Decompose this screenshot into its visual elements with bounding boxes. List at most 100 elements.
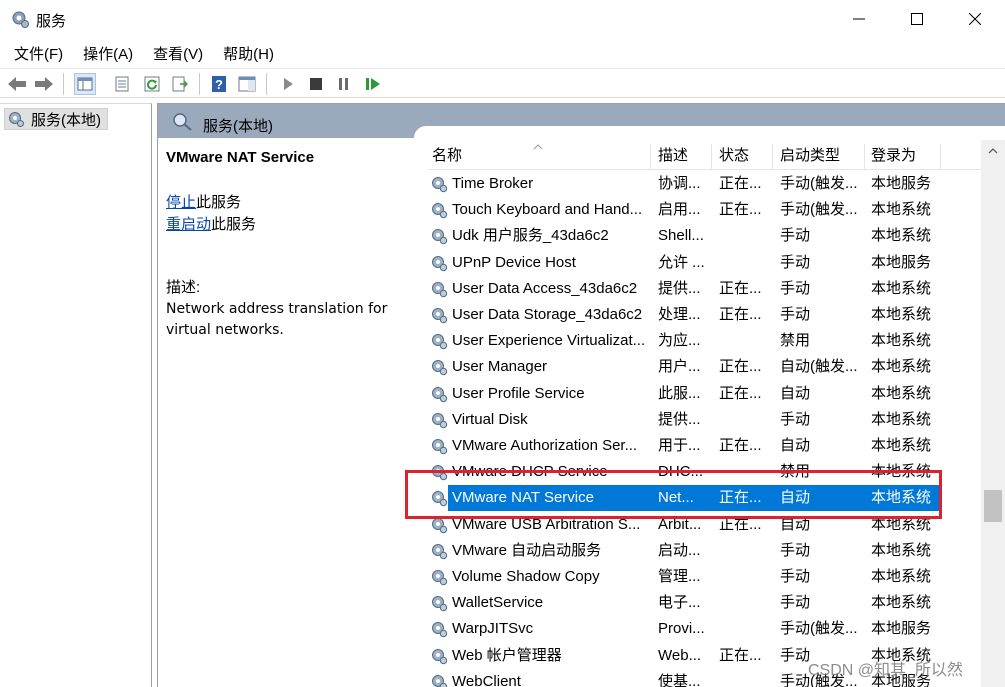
annotation-highlight-box xyxy=(405,470,942,519)
service-name-cell: Virtual Disk xyxy=(452,410,528,428)
vertical-scrollbar[interactable] xyxy=(981,140,1005,687)
services-gear-icon xyxy=(12,11,29,28)
watermark: CSDN @知其_所以然 xyxy=(808,662,963,679)
service-status-cell: 正在... xyxy=(719,201,762,219)
start-service-button[interactable] xyxy=(277,73,299,95)
service-row[interactable]: WalletService 电子... 手动 本地系统 xyxy=(428,590,983,616)
menu-bar: 文件(F) 操作(A) 查看(V) 帮助(H) xyxy=(0,40,1005,66)
service-startup-type-cell: 自动(触发... xyxy=(780,358,858,376)
column-separator[interactable] xyxy=(772,144,773,170)
service-startup-type-cell: 手动 xyxy=(780,541,811,559)
service-description-cell: 启用... xyxy=(658,201,701,219)
service-name-cell: User Data Access_43da6c2 xyxy=(452,279,638,297)
action-pane-button[interactable] xyxy=(236,73,258,95)
service-logon-cell: 本地系统 xyxy=(871,306,932,323)
service-gear-icon xyxy=(432,386,448,402)
column-description-label: 描述 xyxy=(658,147,689,164)
service-description-cell: 处理... xyxy=(658,306,701,323)
restart-icon xyxy=(366,78,380,90)
service-name-cell: Touch Keyboard and Hand... xyxy=(452,201,643,219)
column-separator[interactable] xyxy=(940,144,941,170)
console-tree: 服务(本地) xyxy=(0,103,152,687)
toolbar-separator xyxy=(266,73,267,95)
service-gear-icon xyxy=(432,596,448,612)
menu-file[interactable]: 文件(F) xyxy=(7,40,70,66)
service-row[interactable]: VMware 自动启动服务 启动... 手动 本地系统 xyxy=(428,538,983,564)
service-row[interactable]: User Profile Service 此服... 正在... 自动 本地系统 xyxy=(428,381,983,407)
service-startup-type-cell: 手动 xyxy=(780,568,811,585)
service-description-cell: 提供... xyxy=(658,279,701,297)
service-gear-icon xyxy=(432,177,448,193)
stop-service-link[interactable]: 停止 xyxy=(166,194,196,211)
stop-service-button[interactable] xyxy=(305,73,327,95)
service-row[interactable]: Time Broker 协调... 正在... 手动(触发... 本地服务 xyxy=(428,171,983,197)
service-row[interactable]: Volume Shadow Copy 管理... 手动 本地系统 xyxy=(428,564,983,590)
service-logon-cell: 本地系统 xyxy=(871,227,932,245)
menu-action[interactable]: 操作(A) xyxy=(76,40,140,66)
back-button[interactable] xyxy=(6,73,28,95)
stop-icon xyxy=(310,78,322,90)
help-button[interactable]: ? xyxy=(208,73,230,95)
show-hide-tree-button[interactable] xyxy=(74,73,96,95)
forward-button[interactable] xyxy=(33,73,55,95)
column-separator[interactable] xyxy=(711,144,712,170)
minimize-icon xyxy=(853,18,865,20)
service-name-cell: Volume Shadow Copy xyxy=(452,568,600,585)
service-row[interactable]: UPnP Device Host 允许 ... 手动 本地服务 xyxy=(428,250,983,276)
toolbar-separator xyxy=(63,73,64,95)
service-row[interactable]: Touch Keyboard and Hand... 启用... 正在... 手动(触… xyxy=(428,197,983,223)
service-row[interactable]: Virtual Disk 提供... 手动 本地系统 xyxy=(428,407,983,433)
description-label: 描述: xyxy=(166,279,201,296)
minimize-button[interactable] xyxy=(830,0,888,38)
column-logon-label: 登录为 xyxy=(871,147,917,164)
service-row[interactable]: WarpJITSvc Provi... 手动(触发... 本地服务 xyxy=(428,616,983,642)
service-logon-cell: 本地服务 xyxy=(871,620,932,638)
service-gear-icon xyxy=(432,412,448,428)
back-arrow-icon xyxy=(8,77,26,91)
close-icon xyxy=(969,13,981,25)
refresh-button[interactable] xyxy=(141,73,163,95)
service-name-cell: WalletService xyxy=(452,594,544,612)
menu-help[interactable]: 帮助(H) xyxy=(216,40,281,66)
service-row[interactable]: VMware Authorization Ser... 用于... 正在... 自动 本… xyxy=(428,433,983,459)
menu-view[interactable]: 查看(V) xyxy=(146,40,210,66)
pause-icon xyxy=(339,78,348,90)
panel-header: 服务(本地) xyxy=(158,104,1005,140)
column-header-logon[interactable]: 登录为 xyxy=(867,142,947,170)
export-list-button[interactable] xyxy=(169,73,191,95)
maximize-button[interactable] xyxy=(888,0,946,38)
service-gear-icon xyxy=(432,570,448,586)
properties-button[interactable] xyxy=(111,73,133,95)
service-gear-icon xyxy=(432,229,448,245)
service-gear-icon xyxy=(432,334,448,350)
service-description-cell: 此服... xyxy=(658,384,701,402)
scroll-thumb[interactable] xyxy=(984,490,1002,522)
panel-header-title: 服务(本地) xyxy=(203,118,273,135)
service-row[interactable]: Udk 用户服务_43da6c2 Shell... 手动 本地系统 xyxy=(428,223,983,249)
column-header-startup-type[interactable]: 启动类型 xyxy=(776,142,864,170)
services-panel: 服务(本地) VMware NAT Service 停止此服务 重启动此服务 描… xyxy=(157,103,1005,687)
column-separator[interactable] xyxy=(650,144,651,170)
restart-service-link[interactable]: 重启动 xyxy=(166,216,211,233)
description-text: Network address translation for virtual … xyxy=(166,299,406,341)
service-name-cell: VMware Authorization Ser... xyxy=(452,437,638,454)
service-description-cell: 用户... xyxy=(658,358,701,376)
column-header-status[interactable]: 状态 xyxy=(715,142,773,170)
service-logon-cell: 本地系统 xyxy=(871,410,932,428)
service-row[interactable]: User Manager 用户... 正在... 自动(触发... 本地系统 xyxy=(428,354,983,380)
column-header-description[interactable]: 描述 xyxy=(654,142,712,170)
tree-item-label: 服务(本地) xyxy=(31,111,101,129)
sort-ascending-icon xyxy=(533,144,543,150)
service-row[interactable]: User Data Access_43da6c2 提供... 正在... 手动 本地系统 xyxy=(428,276,983,302)
service-row[interactable]: User Experience Virtualizat... 为应... 禁用 本地系… xyxy=(428,328,983,354)
service-logon-cell: 本地系统 xyxy=(871,201,932,219)
scroll-up-button[interactable] xyxy=(981,140,1005,162)
tree-item-services-local[interactable]: 服务(本地) xyxy=(4,108,108,130)
restart-service-button[interactable] xyxy=(362,73,384,95)
close-button[interactable] xyxy=(946,0,1004,38)
pause-service-button[interactable] xyxy=(333,73,355,95)
service-row[interactable]: User Data Storage_43da6c2 处理... 正在... 手动 本地系… xyxy=(428,302,983,328)
column-separator[interactable] xyxy=(864,144,865,170)
service-logon-cell: 本地系统 xyxy=(871,437,932,454)
service-logon-cell: 本地系统 xyxy=(871,332,932,350)
